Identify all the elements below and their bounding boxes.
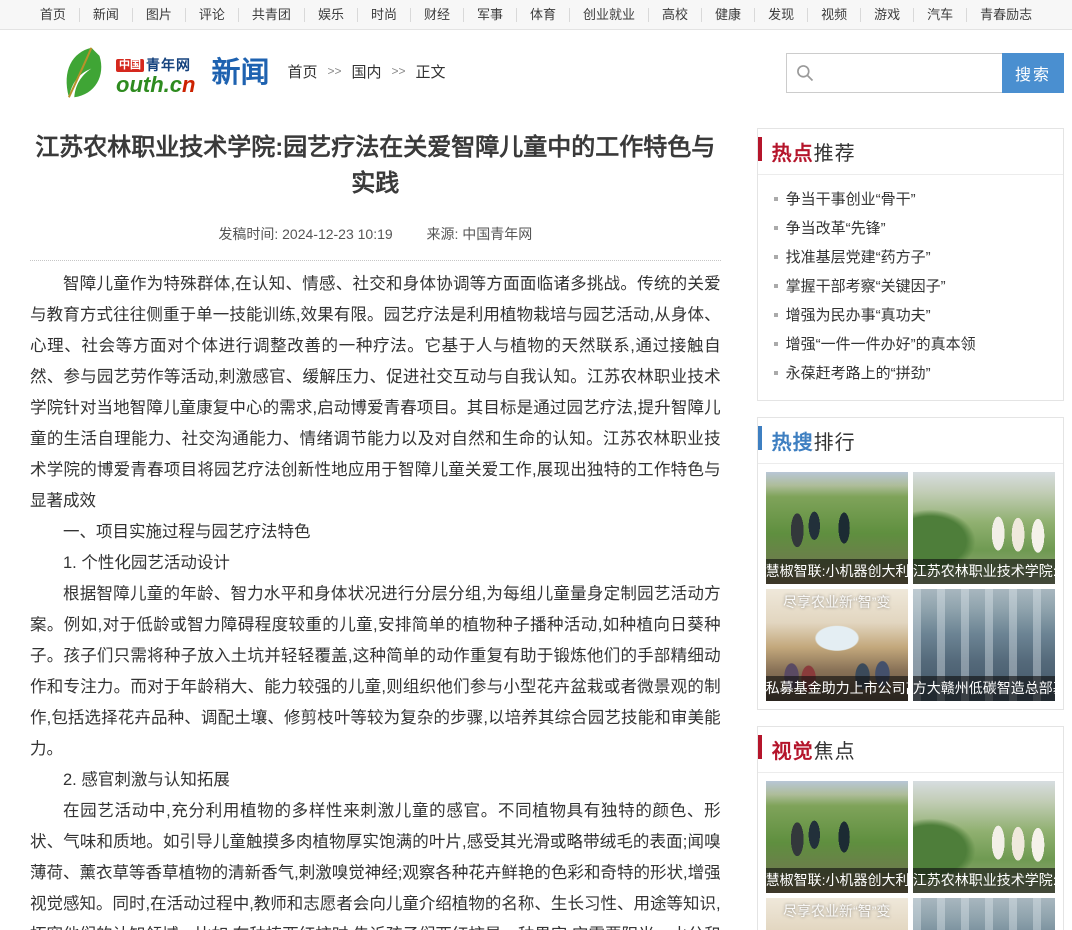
thumbnail-caption: 慧椒智联:小机器创大利益, — [766, 868, 908, 893]
hot-recommend-item[interactable]: 增强为民办事“真功夫” — [772, 301, 1049, 330]
hot-recommend-item[interactable]: 争当改革“先锋” — [772, 214, 1049, 243]
top-nav-link[interactable]: 健康 — [702, 8, 755, 22]
publish-time: 2024-12-23 10:19 — [282, 226, 393, 242]
visual-focus-header: 视觉焦点 — [758, 727, 1063, 773]
hot-search-box: 热搜排行 慧椒智联:小机器创大利益, 尽享农业新“智”变 江苏农林职业技术学院:… — [757, 417, 1064, 710]
breadcrumb-current: 正文 — [416, 61, 446, 82]
breadcrumb: 首页 >> 国内 >> 正文 — [287, 61, 445, 82]
breadcrumb-separator: >> — [392, 64, 406, 78]
top-nav-link[interactable]: 游戏 — [861, 8, 914, 22]
article-paragraph: 一、项目实施过程与园艺疗法特色 — [30, 517, 721, 548]
thumbnail-caption: 慧椒智联:小机器创大利益, — [766, 559, 908, 584]
thumbnail-caption: 方大赣州低碳智造总部基 — [913, 676, 1055, 701]
article-body: 智障儿童作为特殊群体,在认知、情感、社交和身体协调等方面面临诸多挑战。传统的关爱… — [30, 269, 721, 930]
sidebar: 热点推荐 争当干事创业“骨干”争当改革“先锋”找准基层党建“药方子”掌握干部考察… — [757, 116, 1064, 930]
top-nav-link[interactable]: 视频 — [808, 8, 861, 22]
hot-recommend-item[interactable]: 争当干事创业“骨干” — [772, 185, 1049, 214]
thumbnail-caption: 私募基金助力上市公司高 — [766, 676, 908, 701]
search-bar: 搜索 — [786, 53, 1064, 93]
source-label: 来源: — [426, 226, 458, 242]
article-paragraph: 2. 感官刺激与认知拓展 — [30, 765, 721, 796]
hot-recommend-list: 争当干事创业“骨干”争当改革“先锋”找准基层党建“药方子”掌握干部考察“关键因子… — [758, 175, 1063, 400]
site-header: 中国 青年网 outh.cn 新闻 首页 >> 国内 >> 正文 搜索 — [0, 30, 1072, 116]
top-nav-link[interactable]: 高校 — [649, 8, 702, 22]
article-paragraph: 1. 个性化园艺活动设计 — [30, 548, 721, 579]
news-thumbnail-card[interactable]: 私募基金助力上市公司高 — [766, 898, 908, 930]
visual-focus-title-em: 视觉 — [772, 741, 814, 763]
hot-recommend-header: 热点推荐 — [758, 129, 1063, 175]
top-nav-link[interactable]: 发现 — [755, 8, 808, 22]
accent-bar — [758, 137, 762, 161]
hot-recommend-title-rest: 推荐 — [814, 143, 856, 165]
hot-search-header: 热搜排行 — [758, 418, 1063, 464]
top-nav-link[interactable]: 评论 — [186, 8, 239, 22]
article-meta: 发稿时间: 2024-12-23 10:19 来源: 中国青年网 — [30, 224, 721, 261]
ginkgo-leaf-icon — [58, 46, 114, 100]
top-nav-link[interactable]: 青春励志 — [967, 8, 1045, 22]
publish-time-label: 发稿时间: — [218, 226, 278, 242]
search-input[interactable] — [821, 54, 1002, 92]
article-paragraph: 智障儿童作为特殊群体,在认知、情感、社交和身体协调等方面面临诸多挑战。传统的关爱… — [30, 269, 721, 517]
content: 江苏农林职业技术学院:园艺疗法在关爱智障儿童中的工作特色与实践 发稿时间: 20… — [0, 116, 1072, 930]
search-icon — [795, 63, 815, 83]
logo-text: 中国 青年网 outh.cn — [116, 58, 195, 100]
search-input-wrap — [786, 53, 1002, 93]
logo-domain-red: n — [182, 72, 195, 97]
accent-bar — [758, 735, 762, 759]
article-title: 江苏农林职业技术学院:园艺疗法在关爱智障儿童中的工作特色与实践 — [30, 130, 721, 202]
top-nav-link[interactable]: 新闻 — [80, 8, 133, 22]
search-button[interactable]: 搜索 — [1002, 53, 1064, 93]
hot-recommend-title-em: 热点 — [772, 143, 814, 165]
article-paragraph: 在园艺活动中,充分利用植物的多样性来刺激儿童的感官。不同植物具有独特的颜色、形状… — [30, 796, 721, 930]
hot-recommend-item[interactable]: 找准基层党建“药方子” — [772, 243, 1049, 272]
news-thumbnail-card[interactable]: 方大赣州低碳智造总部基 — [913, 898, 1055, 930]
article: 江苏农林职业技术学院:园艺疗法在关爱智障儿童中的工作特色与实践 发稿时间: 20… — [30, 116, 721, 930]
source-value: 中国青年网 — [462, 226, 532, 242]
top-nav-link[interactable]: 军事 — [464, 8, 517, 22]
news-thumbnail-card[interactable]: 慧椒智联:小机器创大利益, 尽享农业新“智”变 — [766, 781, 908, 893]
visual-focus-box: 视觉焦点 慧椒智联:小机器创大利益, 尽享农业新“智”变 江苏农林职业技术学院:… — [757, 726, 1064, 930]
visual-focus-title-rest: 焦点 — [814, 741, 856, 763]
hot-search-title-rest: 排行 — [814, 432, 856, 454]
hot-recommend-box: 热点推荐 争当干事创业“骨干”争当改革“先锋”找准基层党建“药方子”掌握干部考察… — [757, 128, 1064, 401]
top-nav-link[interactable]: 财经 — [411, 8, 464, 22]
hot-recommend-item[interactable]: 永葆赶考路上的“拼劲” — [772, 359, 1049, 388]
news-thumbnail-card[interactable]: 江苏农林职业技术学院:园 艺疗法在关爱智障儿童中的工作特色与实践 — [913, 472, 1055, 584]
top-nav-link[interactable]: 时尚 — [358, 8, 411, 22]
thumbnail-image — [913, 898, 1055, 930]
channel-label: 新闻 — [211, 49, 269, 91]
thumbnail-caption: 江苏农林职业技术学院:园 — [913, 559, 1055, 584]
breadcrumb-domestic[interactable]: 国内 — [352, 61, 382, 82]
top-nav-link[interactable]: 娱乐 — [305, 8, 358, 22]
top-nav-link[interactable]: 汽车 — [914, 8, 967, 22]
news-thumbnail-card[interactable]: 慧椒智联:小机器创大利益, 尽享农业新“智”变 — [766, 472, 908, 584]
hot-search-title-em: 热搜 — [772, 432, 814, 454]
accent-bar — [758, 426, 762, 450]
hot-search-grid: 慧椒智联:小机器创大利益, 尽享农业新“智”变 江苏农林职业技术学院:园 艺疗法… — [758, 464, 1063, 709]
article-paragraph: 根据智障儿童的年龄、智力水平和身体状况进行分层分组,为每组儿童量身定制园艺活动方… — [30, 579, 721, 765]
breadcrumb-home[interactable]: 首页 — [287, 61, 317, 82]
top-nav: 首页新闻图片评论共青团娱乐时尚财经军事体育创业就业高校健康发现视频游戏汽车青春励… — [0, 0, 1072, 30]
top-nav-link[interactable]: 体育 — [517, 8, 570, 22]
news-thumbnail-card[interactable]: 方大赣州低碳智造总部基 — [913, 589, 1055, 701]
breadcrumb-separator: >> — [327, 64, 341, 78]
logo-badge: 中国 — [116, 59, 144, 72]
top-nav-link[interactable]: 共青团 — [239, 8, 305, 22]
thumbnail-image — [766, 898, 908, 930]
logo-domain-green: outh.c — [116, 72, 182, 97]
youth-cn-logo[interactable]: 中国 青年网 outh.cn — [58, 46, 195, 100]
news-thumbnail-card[interactable]: 江苏农林职业技术学院:园 艺疗法在关爱智障儿童中的工作特色与实践 — [913, 781, 1055, 893]
hot-recommend-item[interactable]: 增强“一件一件办好”的真本领 — [772, 330, 1049, 359]
logo-site-name: 青年网 — [146, 58, 191, 72]
thumbnail-caption: 江苏农林职业技术学院:园 — [913, 868, 1055, 893]
news-thumbnail-card[interactable]: 私募基金助力上市公司高 — [766, 589, 908, 701]
hot-recommend-item[interactable]: 掌握干部考察“关键因子” — [772, 272, 1049, 301]
top-nav-link[interactable]: 首页 — [27, 8, 80, 22]
top-nav-link[interactable]: 图片 — [133, 8, 186, 22]
visual-focus-grid: 慧椒智联:小机器创大利益, 尽享农业新“智”变 江苏农林职业技术学院:园 艺疗法… — [758, 773, 1063, 930]
top-nav-link[interactable]: 创业就业 — [570, 8, 649, 22]
